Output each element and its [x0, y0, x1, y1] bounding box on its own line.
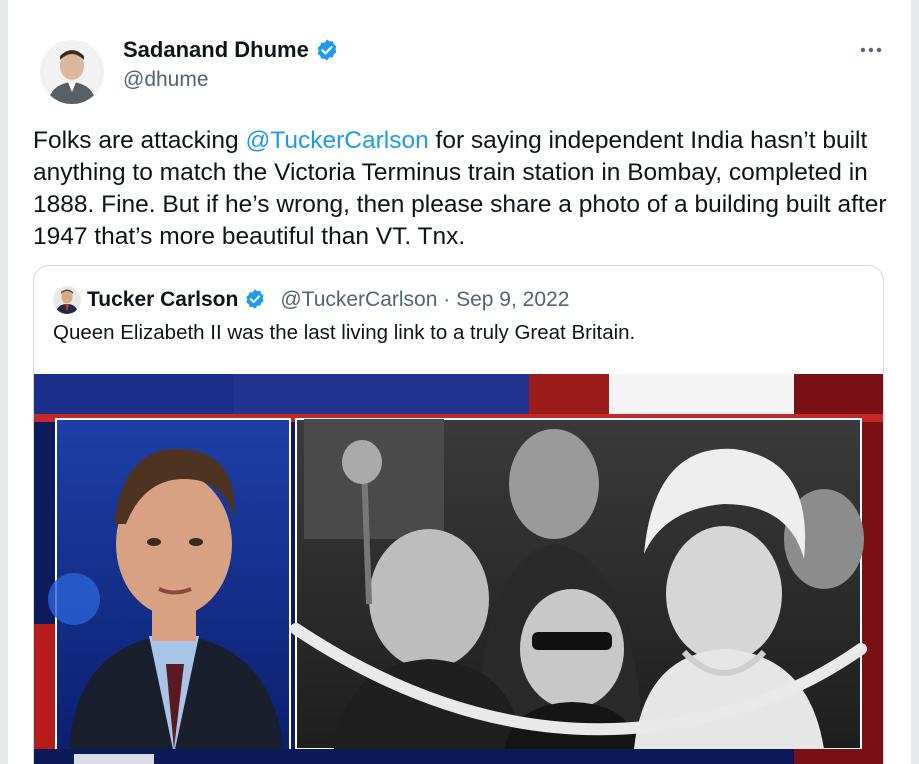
- author-avatar[interactable]: [40, 40, 104, 104]
- quoted-tweet-image[interactable]: [34, 374, 883, 764]
- quoted-tweet-text: Queen Elizabeth II was the last living l…: [53, 321, 636, 344]
- meta-separator: ·: [443, 288, 451, 311]
- author-handle[interactable]: @dhume: [123, 68, 209, 92]
- author-name-text: Sadanand Dhume: [123, 37, 309, 62]
- quoted-author-name[interactable]: Tucker Carlson: [87, 288, 238, 312]
- more-options-button[interactable]: [856, 40, 886, 60]
- mention-link[interactable]: @TuckerCarlson: [245, 127, 428, 154]
- tweet-card: Sadanand Dhume @dhume Folks are attackin…: [8, 0, 911, 764]
- quoted-date[interactable]: Sep 9, 2022: [456, 288, 569, 311]
- verified-badge-icon: [315, 38, 339, 62]
- tweet-text-start: Folks are attacking: [33, 127, 246, 154]
- quoted-verified-badge-icon: [244, 288, 268, 312]
- quoted-tweet-header: Tucker Carlson @TuckerCarlson · Sep 9, 2…: [53, 284, 569, 316]
- author-name[interactable]: Sadanand Dhume: [123, 37, 339, 63]
- broadcast-still-image: [34, 374, 883, 764]
- more-icon: [860, 47, 882, 53]
- quoted-author-handle[interactable]: @TuckerCarlson: [280, 288, 437, 311]
- quoted-author-avatar[interactable]: [53, 286, 81, 314]
- tweet-text: Folks are attacking @TuckerCarlson for s…: [33, 125, 893, 253]
- quoted-tweet[interactable]: Tucker Carlson @TuckerCarlson · Sep 9, 2…: [33, 265, 884, 764]
